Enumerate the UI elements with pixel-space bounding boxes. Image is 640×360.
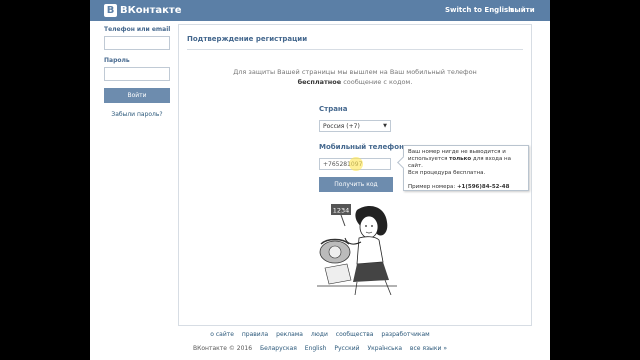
phone-girl-illustration: 1234 <box>317 204 397 295</box>
mobile-phone-label: Мобильный телефон <box>319 143 404 151</box>
lang-all[interactable]: все языки » <box>410 345 447 352</box>
mouse-cursor-highlight <box>349 157 363 171</box>
vk-logo-icon: В <box>104 4 117 17</box>
get-code-button[interactable]: Получить код <box>319 177 393 192</box>
info-line-2: сообщение с кодом. <box>341 78 413 86</box>
footer-link-rules[interactable]: правила <box>242 331 268 338</box>
info-text: Для защиты Вашей страницы мы вышлем на В… <box>179 67 531 87</box>
tooltip-line-2: используется только для входа на сайт. <box>408 156 512 169</box>
top-bar: В ВКонтакте Switch to English выйти <box>90 0 550 21</box>
password-label: Пароль <box>104 57 130 64</box>
registration-panel: Подтверждение регистрации Для защиты Ваш… <box>178 24 532 326</box>
forgot-password-link[interactable]: Забыли пароль? <box>104 111 170 118</box>
phone-hint-tooltip: Ваш номер нигде не выводится и используе… <box>397 145 529 191</box>
tooltip-line-3: Вся процедура бесплатна. <box>408 170 486 176</box>
footer-link-developers[interactable]: разработчикам <box>381 331 429 338</box>
info-line-1: Для защиты Вашей страницы мы вышлем на В… <box>233 68 477 76</box>
footer-link-people[interactable]: люди <box>311 331 328 338</box>
footer-link-ads[interactable]: реклама <box>276 331 303 338</box>
login-email-input[interactable] <box>104 36 170 50</box>
copyright: ВКонтакте © 2016 <box>193 345 253 352</box>
login-button[interactable]: Войти <box>104 88 170 103</box>
lang-russian[interactable]: Русский <box>334 345 359 352</box>
tooltip-example: Пример номера: +1(596)84-52-48 <box>408 184 510 190</box>
vk-logo[interactable]: В ВКонтакте <box>104 3 181 18</box>
page-title: Подтверждение регистрации <box>187 35 308 43</box>
country-value: Россия (+7) <box>323 122 360 130</box>
login-sidebar: Телефон или email Пароль Войти Забыли па… <box>104 26 174 118</box>
footer-link-communities[interactable]: сообщества <box>336 331 374 338</box>
footer-links: о сайте правила реклама люди сообщества … <box>90 331 550 338</box>
footer-link-about[interactable]: о сайте <box>210 331 234 338</box>
lang-ukrainian[interactable]: Українська <box>368 345 403 352</box>
header-divider <box>187 49 523 50</box>
lang-english[interactable]: English <box>305 345 327 352</box>
dropdown-arrow-icon: ▼ <box>383 123 387 129</box>
switch-to-english-link[interactable]: Switch to English <box>445 6 513 14</box>
logout-link[interactable]: выйти <box>510 6 535 14</box>
info-bold-word: бесплатное <box>297 78 342 86</box>
phone-email-label: Телефон или email <box>104 26 171 33</box>
footer-bottom: ВКонтакте © 2016 Беларуская English Русс… <box>90 345 550 352</box>
country-select[interactable]: Россия (+7) ▼ <box>319 120 391 132</box>
login-password-input[interactable] <box>104 67 170 81</box>
country-label: Страна <box>319 105 348 113</box>
sign-text: 1234 <box>333 207 350 215</box>
vk-window: В ВКонтакте Switch to English выйти Теле… <box>90 0 550 360</box>
lang-belarusian[interactable]: Беларуская <box>260 345 297 352</box>
tooltip-line-1: Ваш номер нигде не выводится и <box>408 149 506 155</box>
vk-logo-text: ВКонтакте <box>120 5 182 16</box>
